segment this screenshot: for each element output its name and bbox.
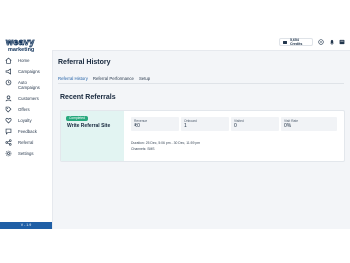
home-icon (5, 57, 12, 64)
stat-value: 0 (234, 123, 237, 129)
channels-text: Channels: SMS (131, 147, 155, 151)
offers-icon (5, 106, 12, 113)
sidebar-item-campaigns[interactable]: Campaigns (0, 67, 52, 78)
credits-label: 5,654 Credits (289, 38, 303, 46)
sidebar-nav: Home Campaigns Auto Campaigns Customers (0, 56, 52, 160)
stat-visit-rate: Visit Rate 0% (281, 117, 337, 131)
tab-divider (58, 83, 344, 84)
sidebar-item-label: Auto Campaigns (18, 80, 40, 90)
stat-revenue: Revenue ₹0 (131, 117, 179, 131)
sidebar-item-auto-campaigns[interactable]: Auto Campaigns (0, 78, 52, 94)
referral-card[interactable]: Completed Write Referral Site Revenue ₹0… (60, 110, 345, 162)
campaigns-icon (5, 68, 12, 75)
top-bar: 5,654 Credits (52, 34, 350, 51)
sidebar-item-label: Feedback (18, 129, 37, 134)
customers-icon (5, 95, 12, 102)
referral-icon (5, 139, 12, 146)
feedback-icon (5, 128, 12, 135)
wallet-icon (283, 40, 287, 44)
sidebar-item-label: Home (18, 58, 30, 63)
sidebar-item-referral[interactable]: Referral (0, 138, 52, 149)
sidebar-item-label: Offers (18, 107, 30, 112)
stat-visited: Visited 0 (231, 117, 279, 131)
help-icon[interactable] (318, 39, 324, 45)
sidebar-item-label: Loyalty (18, 118, 32, 123)
page-title: Referral History (58, 59, 111, 66)
stat-onboard: Onboard 1 (181, 117, 229, 131)
sidebar-item-label: Referral (18, 140, 34, 145)
credits-button[interactable]: 5,654 Credits (279, 38, 313, 46)
sidebar-item-home[interactable]: Home (0, 56, 52, 67)
version-label: V - 1.9 (0, 222, 52, 229)
sidebar-item-label: Campaigns (18, 69, 40, 74)
referral-card-summary: Completed Write Referral Site (61, 111, 124, 161)
settings-icon (5, 150, 12, 157)
duration-text: Duration: 25 Dec, 5:06 pm - 30 Dec, 11:5… (131, 141, 201, 145)
sidebar-item-label: Settings (18, 151, 34, 156)
app-window: weavy marketing Home Campaigns Auto Camp… (0, 34, 350, 229)
brand-name: weavy (6, 37, 35, 47)
stat-value: 0% (284, 123, 292, 129)
sidebar: weavy marketing Home Campaigns Auto Camp… (0, 34, 53, 229)
sidebar-item-feedback[interactable]: Feedback (0, 127, 52, 138)
sidebar-item-customers[interactable]: Customers (0, 94, 52, 105)
sidebar-item-label: Customers (18, 96, 39, 101)
stat-value: ₹0 (134, 123, 140, 129)
auto-campaigns-icon (5, 79, 12, 86)
sidebar-item-offers[interactable]: Offers (0, 105, 52, 116)
status-badge: Completed (66, 116, 88, 121)
notifications-icon[interactable] (329, 39, 335, 45)
profile-icon[interactable] (339, 39, 345, 45)
brand-tagline: marketing (8, 47, 35, 53)
referral-title: Write Referral Site (67, 123, 111, 129)
section-title: Recent Referrals (60, 94, 116, 101)
loyalty-icon (5, 117, 12, 124)
sidebar-item-settings[interactable]: Settings (0, 149, 52, 160)
sidebar-item-loyalty[interactable]: Loyalty (0, 116, 52, 127)
stat-value: 1 (184, 123, 187, 129)
brand-logo[interactable]: weavy marketing (6, 37, 46, 53)
